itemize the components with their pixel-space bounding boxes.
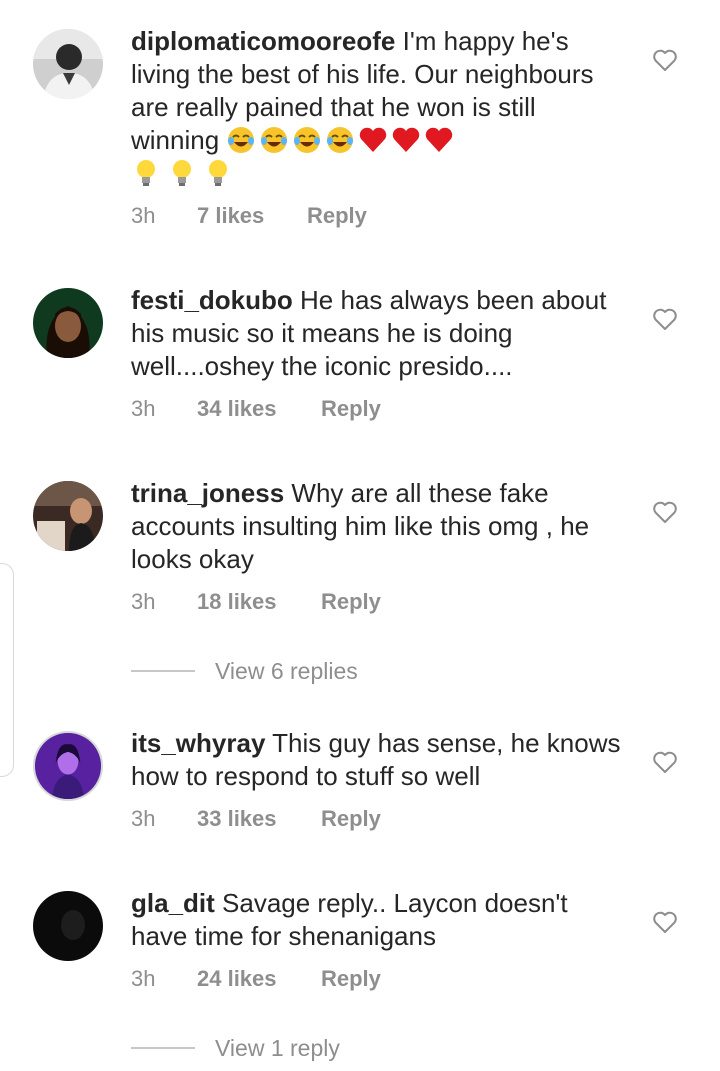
comment-username[interactable]: diplomaticomooreofe bbox=[131, 26, 395, 56]
comment-username[interactable]: its_whyray bbox=[131, 728, 265, 758]
comment-meta: 3h 33 likes Reply bbox=[131, 806, 381, 832]
joy-face-icon bbox=[228, 127, 255, 153]
comment-text: its_whyray This guy has sense, he knows … bbox=[131, 727, 631, 793]
comment-username[interactable]: trina_joness bbox=[131, 478, 284, 508]
red-heart-icon bbox=[393, 127, 420, 152]
avatar[interactable] bbox=[33, 481, 103, 551]
comment-text: festi_dokubo He has always been about hi… bbox=[131, 284, 631, 383]
comment-time: 3h bbox=[131, 966, 156, 991]
comment-text: diplomaticomooreofe I'm happy he's livin… bbox=[131, 25, 631, 157]
comment-time: 3h bbox=[131, 806, 156, 831]
reply-button[interactable]: Reply bbox=[307, 203, 367, 229]
reply-button[interactable]: Reply bbox=[321, 806, 381, 832]
heart-outline-icon[interactable] bbox=[652, 910, 678, 934]
likes-count[interactable]: 34 likes bbox=[197, 396, 321, 422]
avatar[interactable] bbox=[33, 891, 103, 961]
avatar[interactable] bbox=[33, 288, 103, 358]
light-bulb-icon bbox=[173, 160, 191, 186]
replies-divider bbox=[131, 670, 195, 672]
red-heart-icon bbox=[426, 127, 453, 152]
comment-meta: 3h 7 likes Reply bbox=[131, 203, 367, 229]
comment-text: trina_joness Why are all these fake acco… bbox=[131, 477, 631, 576]
light-bulb-icon bbox=[137, 160, 155, 186]
light-bulb-icon bbox=[209, 160, 227, 186]
comment-meta: 3h 34 likes Reply bbox=[131, 396, 381, 422]
likes-count[interactable]: 18 likes bbox=[197, 589, 321, 615]
joy-face-icon bbox=[261, 127, 288, 153]
likes-count[interactable]: 33 likes bbox=[197, 806, 321, 832]
emoji-row bbox=[131, 158, 233, 188]
comment-meta: 3h 18 likes Reply bbox=[131, 589, 381, 615]
likes-count[interactable]: 24 likes bbox=[197, 966, 321, 992]
comment-text: gla_dit Savage reply.. Laycon doesn't ha… bbox=[131, 887, 631, 953]
side-drawer-handle[interactable] bbox=[0, 563, 14, 777]
joy-face-icon bbox=[294, 127, 321, 153]
joy-face-icon bbox=[327, 127, 354, 153]
heart-outline-icon[interactable] bbox=[652, 750, 678, 774]
emoji-row bbox=[226, 125, 454, 155]
comment-time: 3h bbox=[131, 396, 156, 421]
comment-time: 3h bbox=[131, 589, 156, 614]
avatar[interactable] bbox=[33, 731, 103, 801]
reply-button[interactable]: Reply bbox=[321, 396, 381, 422]
reply-button[interactable]: Reply bbox=[321, 589, 381, 615]
heart-outline-icon[interactable] bbox=[652, 500, 678, 524]
view-replies-label: View 1 reply bbox=[215, 1034, 340, 1061]
comment-time: 3h bbox=[131, 203, 156, 228]
view-replies-button[interactable]: View 6 replies bbox=[131, 656, 358, 686]
reply-button[interactable]: Reply bbox=[321, 966, 381, 992]
comment-username[interactable]: festi_dokubo bbox=[131, 285, 293, 315]
replies-divider bbox=[131, 1047, 195, 1049]
view-replies-button[interactable]: View 1 reply bbox=[131, 1033, 340, 1063]
comment-username[interactable]: gla_dit bbox=[131, 888, 215, 918]
heart-outline-icon[interactable] bbox=[652, 307, 678, 331]
red-heart-icon bbox=[360, 127, 387, 152]
avatar[interactable] bbox=[33, 29, 103, 99]
comment-meta: 3h 24 likes Reply bbox=[131, 966, 381, 992]
view-replies-label: View 6 replies bbox=[215, 657, 358, 684]
likes-count[interactable]: 7 likes bbox=[197, 203, 307, 229]
heart-outline-icon[interactable] bbox=[652, 48, 678, 72]
